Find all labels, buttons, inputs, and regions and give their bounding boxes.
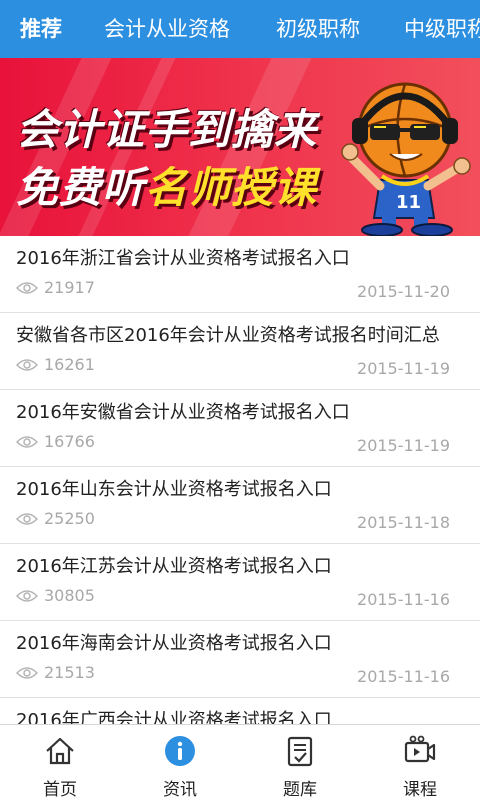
view-count: 25250 <box>44 509 95 528</box>
home-icon <box>46 737 74 765</box>
eye-icon <box>16 667 38 679</box>
jersey-number: 11 <box>396 192 421 213</box>
publish-date: 2015-11-20 <box>357 282 450 301</box>
banner-headline: 会计证手到擒来 <box>16 105 318 154</box>
news-item[interactable]: 2016年安徽省会计从业资格考试报名入口 16766 2015-11-19 <box>0 390 480 467</box>
news-title: 2016年山东会计从业资格考试报名入口 <box>16 479 332 500</box>
top-tab-bar: 推荐 会计从业资格 初级职称 中级职称 <box>0 0 480 58</box>
publish-date: 2015-11-19 <box>357 436 450 455</box>
video-course-icon <box>404 735 436 763</box>
question-bank-icon <box>287 736 313 767</box>
promo-banner[interactable]: 会计证手到擒来 免费听名师授课 11 <box>0 58 480 236</box>
news-item[interactable]: 2016年广西会计从业资格考试报名入口 <box>0 698 480 724</box>
nav-courses-label: 课程 <box>403 780 437 800</box>
banner-subheadline-yellow: 名师授课 <box>145 163 318 212</box>
eye-icon <box>16 359 38 371</box>
banner-subheadline-white: 免费听 <box>16 163 146 212</box>
news-title: 2016年安徽省会计从业资格考试报名入口 <box>16 402 350 423</box>
view-count: 16766 <box>44 432 95 451</box>
view-count: 16261 <box>44 355 95 374</box>
news-title: 2016年浙江省会计从业资格考试报名入口 <box>16 248 350 269</box>
nav-question-bank[interactable]: 题库 <box>240 725 360 801</box>
news-item[interactable]: 2016年浙江省会计从业资格考试报名入口 21917 2015-11-20 <box>0 236 480 313</box>
news-title: 安徽省各市区2016年会计从业资格考试报名时间汇总 <box>16 325 440 346</box>
news-title: 2016年江苏会计从业资格考试报名入口 <box>16 556 332 577</box>
view-count: 21917 <box>44 278 95 297</box>
news-title: 2016年广西会计从业资格考试报名入口 <box>16 710 332 724</box>
bottom-nav: 首页 资讯 题库 课程 <box>0 724 480 800</box>
eye-icon <box>16 590 38 602</box>
eye-icon <box>16 513 38 525</box>
view-count: 21513 <box>44 663 95 682</box>
nav-question-bank-label: 题库 <box>283 780 317 800</box>
publish-date: 2015-11-19 <box>357 359 450 378</box>
publish-date: 2015-11-16 <box>357 667 450 686</box>
banner-subheadline: 免费听名师授课 <box>16 154 317 215</box>
news-item[interactable]: 安徽省各市区2016年会计从业资格考试报名时间汇总 16261 2015-11-… <box>0 313 480 390</box>
news-item[interactable]: 2016年海南会计从业资格考试报名入口 21513 2015-11-16 <box>0 621 480 698</box>
publish-date: 2015-11-18 <box>357 513 450 532</box>
basketball-mascot-icon: 11 <box>341 82 471 236</box>
nav-home[interactable]: 首页 <box>0 725 120 801</box>
news-list: 2016年浙江省会计从业资格考试报名入口 21917 2015-11-20 安徽… <box>0 236 480 724</box>
news-title: 2016年海南会计从业资格考试报名入口 <box>16 633 332 654</box>
publish-date: 2015-11-16 <box>357 590 450 609</box>
nav-home-label: 首页 <box>43 780 77 800</box>
tab-accounting-qualification[interactable]: 会计从业资格 <box>104 0 230 58</box>
nav-courses[interactable]: 课程 <box>360 725 480 801</box>
news-item[interactable]: 2016年山东会计从业资格考试报名入口 25250 2015-11-18 <box>0 467 480 544</box>
eye-icon <box>16 282 38 294</box>
tab-junior-title[interactable]: 初级职称 <box>276 0 360 58</box>
view-count: 30805 <box>44 586 95 605</box>
tab-intermediate-title[interactable]: 中级职称 <box>404 0 480 58</box>
tab-recommended[interactable]: 推荐 <box>20 0 62 58</box>
nav-news-label: 资讯 <box>163 780 197 800</box>
info-icon <box>165 736 195 766</box>
eye-icon <box>16 436 38 448</box>
nav-news[interactable]: 资讯 <box>120 725 240 801</box>
news-item[interactable]: 2016年江苏会计从业资格考试报名入口 30805 2015-11-16 <box>0 544 480 621</box>
